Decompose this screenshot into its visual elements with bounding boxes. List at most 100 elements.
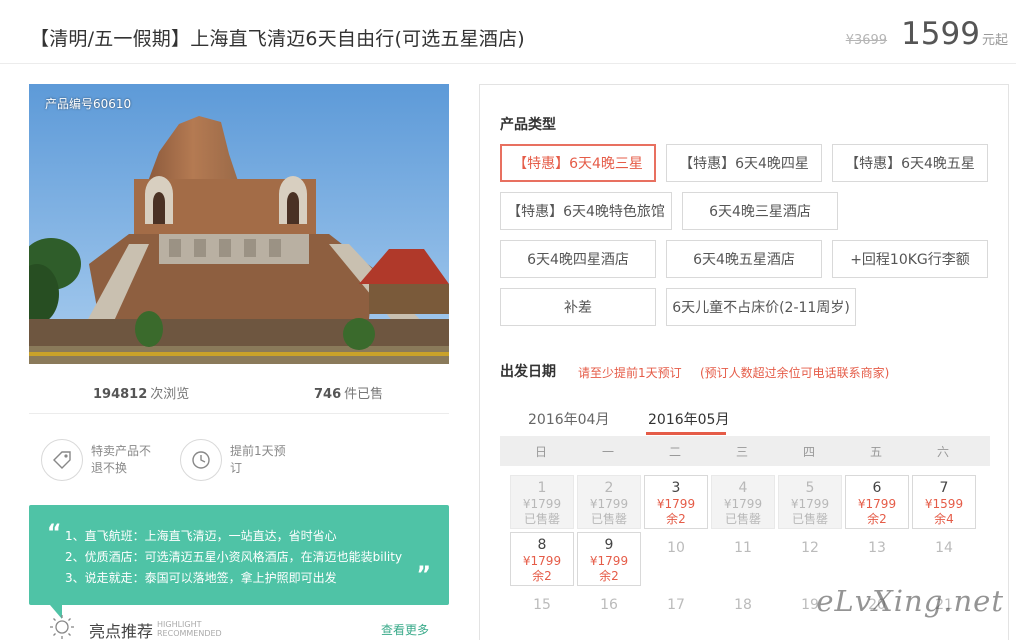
day-price: ¥1599	[924, 497, 964, 511]
see-more-link[interactable]: 查看更多	[381, 621, 429, 638]
day-status: 已售罄	[724, 512, 761, 526]
day-status: 余2	[666, 512, 686, 526]
calendar-day-6[interactable]: 6 ¥1799 余2	[845, 475, 909, 529]
calendar-day-9[interactable]: 9 ¥1799 余2	[577, 532, 641, 586]
calendar-day-13: 13	[845, 532, 909, 586]
product-title: 【清明/五一假期】上海直飞清迈6天自由行(可选五星酒店)	[30, 28, 525, 50]
day-number: 11	[734, 540, 752, 556]
calendar-day-4: 4 ¥1799 已售罄	[711, 475, 775, 529]
weekday-fri: 五	[869, 445, 882, 459]
option-special-5star[interactable]: 【特惠】6天4晚五星	[832, 144, 988, 182]
day-number: 13	[868, 540, 886, 556]
view-count-label: 次浏览	[150, 387, 190, 402]
highlight-line: 3、说走就走：泰国可以落地签，拿上护照即可出发	[65, 571, 337, 585]
calendar-day-12: 12	[778, 532, 842, 586]
day-price: ¥1799	[589, 554, 629, 568]
sold-count: 746 件已售	[314, 383, 383, 402]
highlight-line: 1、直飞航班：上海直飞清迈，一站直达，省时省心	[65, 529, 337, 543]
calendar-day-2: 2 ¥1799 已售罄	[577, 475, 641, 529]
feature-text: 提前1天预订	[230, 444, 286, 475]
day-status: 已售罄	[523, 512, 560, 526]
title-bar: 【清明/五一假期】上海直飞清迈6天自由行(可选五星酒店) ¥3699 1599 …	[0, 0, 1016, 64]
departure-date-label: 出发日期	[500, 364, 556, 380]
temple-image	[29, 84, 449, 364]
day-price: ¥1799	[522, 554, 562, 568]
sold-count-number: 746	[314, 387, 342, 402]
calendar-day-17: 17	[644, 589, 708, 640]
weekday-wed: 三	[735, 445, 748, 459]
weekday-header: 日 一 二 三 四 五 六	[500, 436, 990, 466]
day-number: 6	[872, 480, 882, 496]
day-number: 4	[738, 480, 748, 496]
option-special-3star[interactable]: 【特惠】6天4晚三星	[500, 144, 656, 182]
current-price: 1599	[901, 16, 980, 52]
option-5star-hotel[interactable]: 6天4晚五星酒店	[666, 240, 822, 278]
day-status: 余2	[599, 569, 619, 583]
option-child-no-bed[interactable]: 6天儿童不占床价(2-11周岁)	[666, 288, 856, 326]
product-photo[interactable]: 产品编号60610	[29, 84, 449, 364]
price-unit: 元起	[981, 33, 1008, 48]
open-quote-icon: “	[47, 521, 62, 546]
option-return-luggage[interactable]: +回程10KG行李额	[832, 240, 988, 278]
tab-month-may[interactable]: 2016年05月	[648, 409, 729, 429]
highlight-line: 2、优质酒店：可选清迈五星小资风格酒店，在清迈也能装bility	[65, 550, 403, 564]
sold-count-label: 件已售	[344, 387, 384, 402]
weekday-tue: 二	[668, 445, 681, 459]
weekday-sun: 日	[534, 445, 547, 459]
recommend-title: 亮点推荐	[89, 622, 154, 640]
calendar-day-1: 1 ¥1799 已售罄	[510, 475, 574, 529]
day-number: 15	[533, 597, 551, 613]
calendar-day-14: 14	[912, 532, 976, 586]
option-special-4star[interactable]: 【特惠】6天4晚四星	[666, 144, 822, 182]
view-count: 194812 次浏览	[93, 383, 189, 402]
tag-icon	[41, 439, 83, 481]
product-code: 产品编号60610	[45, 97, 132, 111]
sun-icon	[50, 615, 74, 639]
recommend-sub-en2: RECOMMENDED	[157, 629, 222, 638]
day-number: 5	[805, 480, 815, 496]
view-count-number: 194812	[93, 387, 148, 402]
day-number: 10	[667, 540, 685, 556]
day-number: 16	[600, 597, 618, 613]
calendar-day-7[interactable]: 7 ¥1599 余4	[912, 475, 976, 529]
day-status: 余2	[532, 569, 552, 583]
highlight-box: “ 1、直飞航班：上海直飞清迈，一站直达，省时省心 2、优质酒店：可选清迈五星小…	[29, 505, 449, 605]
product-type-label: 产品类型	[500, 117, 556, 133]
weekday-mon: 一	[601, 445, 614, 459]
day-price: ¥1799	[589, 497, 629, 511]
option-special-inn[interactable]: 【特惠】6天4晚特色旅馆	[500, 192, 672, 230]
calendar-day-16: 16	[577, 589, 641, 640]
tab-month-april[interactable]: 2016年04月	[528, 409, 609, 429]
calendar-day-3[interactable]: 3 ¥1799 余2	[644, 475, 708, 529]
option-3star-hotel[interactable]: 6天4晚三星酒店	[682, 192, 838, 230]
day-number: 8	[537, 537, 547, 553]
calendar-day-5: 5 ¥1799 已售罄	[778, 475, 842, 529]
recommend-bar: 亮点推荐 HIGHLIGHT RECOMMENDED 查看更多	[29, 608, 449, 640]
feature-no-refund: 特卖产品不退不换	[41, 439, 157, 481]
day-price: ¥1799	[656, 497, 696, 511]
recommend-sub-en1: HIGHLIGHT	[157, 620, 202, 629]
watermark: eLvXing.net	[816, 584, 1004, 618]
day-number: 3	[671, 480, 681, 496]
booking-panel: 产品类型 【特惠】6天4晚三星 【特惠】6天4晚四星 【特惠】6天4晚五星 【特…	[479, 84, 1009, 640]
day-price: ¥1799	[522, 497, 562, 511]
calendar-day-10: 10	[644, 532, 708, 586]
clock-history-icon	[180, 439, 222, 481]
option-supplement[interactable]: 补差	[500, 288, 656, 326]
day-status: 余4	[934, 512, 954, 526]
calendar-day-8[interactable]: 8 ¥1799 余2	[510, 532, 574, 586]
feature-text: 特卖产品不退不换	[91, 444, 152, 475]
day-price: ¥1799	[723, 497, 763, 511]
day-number: 18	[734, 597, 752, 613]
stats-bar: 194812 次浏览 746 件已售	[29, 372, 449, 414]
day-number: 17	[667, 597, 685, 613]
day-number: 1	[537, 480, 547, 496]
day-price: ¥1799	[790, 497, 830, 511]
calendar-day-18: 18	[711, 589, 775, 640]
calendar-day-11: 11	[711, 532, 775, 586]
price-box: ¥3699 1599 元起	[846, 16, 1008, 52]
day-number: 9	[604, 537, 614, 553]
day-number: 7	[939, 480, 949, 496]
close-quote-icon: ”	[416, 563, 431, 588]
option-4star-hotel[interactable]: 6天4晚四星酒店	[500, 240, 656, 278]
